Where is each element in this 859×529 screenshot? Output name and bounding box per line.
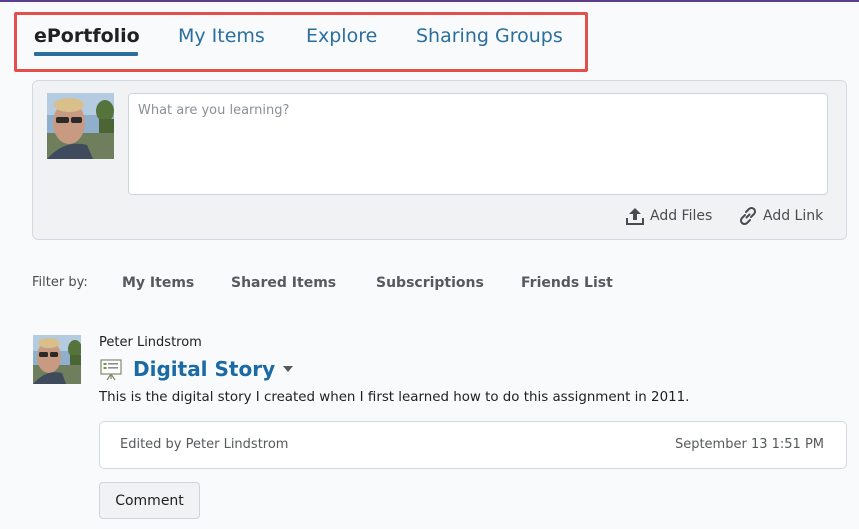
upload-icon bbox=[626, 208, 644, 225]
filter-my-items[interactable]: My Items bbox=[122, 275, 194, 291]
tab-sharing-groups[interactable]: Sharing Groups bbox=[416, 25, 563, 47]
avatar bbox=[47, 93, 114, 159]
add-files-button[interactable]: Add Files bbox=[624, 205, 712, 227]
post-author[interactable]: Peter Lindstrom bbox=[99, 335, 202, 350]
edited-by-text: Edited by Peter Lindstrom bbox=[120, 437, 289, 452]
add-link-label: Add Link bbox=[763, 208, 824, 224]
active-tab-indicator bbox=[34, 52, 138, 56]
post-composer: Add Files Add Link bbox=[32, 80, 847, 240]
filter-shared-items[interactable]: Shared Items bbox=[231, 275, 336, 291]
author-photo bbox=[33, 335, 81, 384]
post-timestamp: September 13 1:51 PM bbox=[674, 437, 824, 452]
post-input[interactable] bbox=[128, 93, 828, 195]
post-title[interactable]: Digital Story bbox=[133, 357, 275, 381]
tab-eportfolio[interactable]: ePortfolio bbox=[34, 25, 140, 47]
filter-label: Filter by: bbox=[32, 275, 88, 290]
comment-button[interactable]: Comment bbox=[99, 482, 200, 519]
filter-subscriptions[interactable]: Subscriptions bbox=[376, 275, 484, 291]
post-meta: Edited by Peter Lindstrom September 13 1… bbox=[99, 421, 847, 469]
add-files-label: Add Files bbox=[650, 208, 713, 224]
author-avatar[interactable] bbox=[33, 335, 81, 384]
eportfolio-nav: ePortfolio My Items Explore Sharing Grou… bbox=[14, 12, 588, 72]
top-accent-bar bbox=[0, 0, 859, 2]
user-photo bbox=[47, 93, 114, 159]
add-link-button[interactable]: Add Link bbox=[737, 205, 823, 227]
post-description: This is the digital story I created when… bbox=[99, 390, 690, 405]
filter-friends-list[interactable]: Friends List bbox=[521, 275, 613, 291]
link-icon bbox=[739, 206, 757, 226]
presentation-icon bbox=[100, 359, 122, 381]
tab-explore[interactable]: Explore bbox=[306, 25, 377, 47]
chevron-down-icon[interactable] bbox=[281, 363, 295, 375]
tab-my-items[interactable]: My Items bbox=[178, 25, 265, 47]
